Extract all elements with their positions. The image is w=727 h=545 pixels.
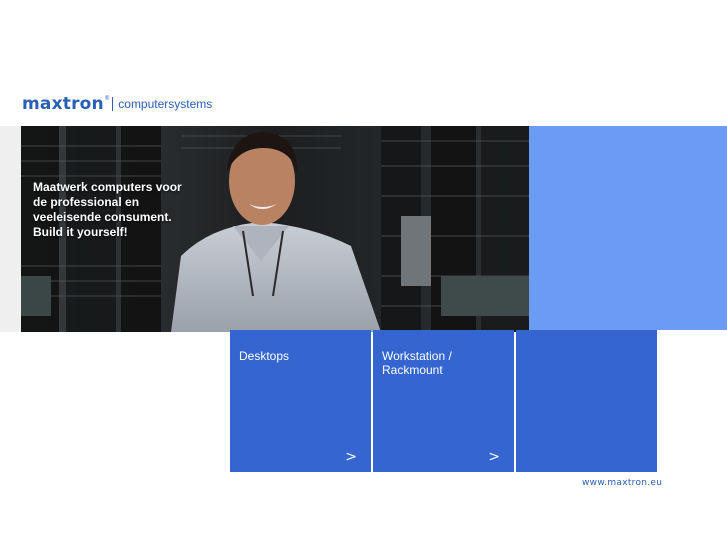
- tile-label: Workstation / Rackmount: [382, 349, 452, 377]
- chevron-right-icon[interactable]: >: [488, 449, 500, 465]
- hero-tagline: Maatwerk computers voor de professional …: [33, 180, 193, 240]
- logo-brand: maxtron: [22, 94, 104, 114]
- side-blue-panel: [529, 126, 727, 330]
- tile-desktops[interactable]: Desktops >: [230, 330, 371, 472]
- tile-workstation-rackmount[interactable]: Workstation / Rackmount >: [373, 330, 514, 472]
- chevron-right-icon[interactable]: >: [345, 449, 357, 465]
- logo-subtitle: computersystems: [118, 97, 213, 111]
- hero-tagline-line: Build it yourself!: [33, 225, 128, 239]
- tile-empty: [516, 330, 657, 472]
- left-gray-band: [0, 126, 21, 332]
- logo-registered-mark: ®: [104, 96, 110, 102]
- category-tiles: Desktops > Workstation / Rackmount >: [230, 330, 657, 472]
- logo-separator: [112, 97, 114, 111]
- hero-banner: Maatwerk computers voor de professional …: [21, 126, 529, 332]
- hero-tagline-line: veeleisende consument.: [33, 210, 172, 224]
- maxtron-logo[interactable]: maxtron ® computersystems: [22, 94, 213, 114]
- footer-website-link[interactable]: www.maxtron.eu: [582, 478, 662, 488]
- tile-label: Desktops: [239, 349, 290, 363]
- hero-tagline-line: Maatwerk computers voor: [33, 180, 182, 194]
- hero-tagline-line: de professional en: [33, 195, 140, 209]
